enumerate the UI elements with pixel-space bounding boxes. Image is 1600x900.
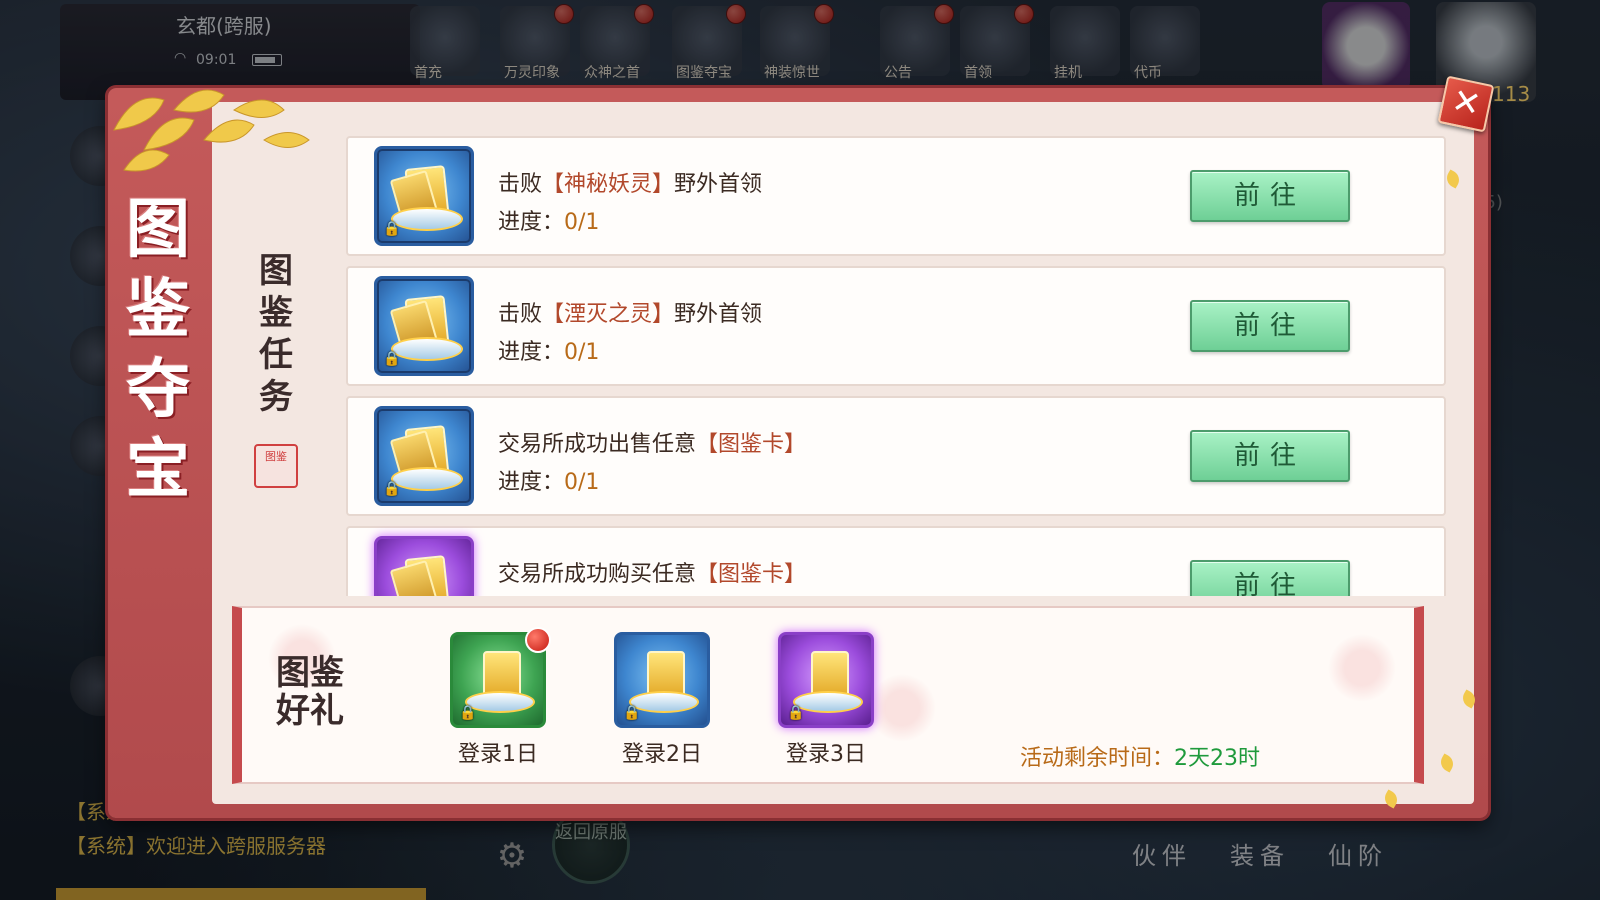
task-description: 交易所成功购买任意【图鉴卡】 [498,562,807,587]
pedestal-icon [391,207,463,231]
go-button[interactable]: 前往 [1190,430,1350,482]
lock-icon: 🔒 [459,705,477,721]
task-row: 🔒 击败【湮灭之灵】野外首领 进度：0/1 前往 [346,266,1446,386]
task-progress: 进度：0/1 [498,340,600,365]
card-stack-icon [404,555,450,596]
gift-box-icon[interactable]: 🔒 [450,627,551,728]
task-row: 🔒 交易所成功出售任意【图鉴卡】 进度：0/1 前往 [346,396,1446,516]
gift-label: 登录2日 [622,742,702,767]
lock-icon: 🔒 [383,481,401,497]
seal-stamp: 图鉴 [254,444,298,488]
remaining-time: 活动剩余时间：2天23时 [1020,746,1261,771]
lock-icon: 🔒 [787,705,805,721]
gift-section-title: 图鉴好礼 [276,653,344,731]
task-description: 击败【湮灭之灵】野外首领 [498,302,763,327]
pedestal-icon [391,467,463,491]
go-button[interactable]: 前往 [1190,300,1350,352]
section-title-tasks: 图鉴任务 [259,251,293,417]
gift-label: 登录1日 [458,742,538,767]
task-row: 交易所成功购买任意【图鉴卡】 前往 [346,526,1446,596]
gift-day-1[interactable]: 🔒 登录1日 [450,627,551,768]
task-reward-icon: 🔒 [374,406,474,506]
gift-day-3[interactable]: 🔒 登录3日 [778,632,878,768]
task-description: 交易所成功出售任意【图鉴卡】 [498,432,807,457]
gift-day-2[interactable]: 🔒 登录2日 [614,632,714,768]
task-reward-icon: 🔒 [374,276,474,376]
close-button[interactable]: ✕ [1437,75,1495,133]
task-reward-icon [374,536,474,596]
lock-icon: 🔒 [383,221,401,237]
task-reward-icon: 🔒 [374,146,474,246]
lock-icon: 🔒 [623,705,641,721]
dialog-title: 图鉴夺宝 [126,192,190,507]
gift-box-icon[interactable]: 🔒 [614,632,710,728]
go-button[interactable]: 前往 [1190,560,1350,596]
sakura-decoration [1322,628,1402,708]
go-button[interactable]: 前往 [1190,170,1350,222]
task-progress: 进度：0/1 [498,210,600,235]
pedestal-icon [391,337,463,361]
lock-icon: 🔒 [383,351,401,367]
gift-label: 登录3日 [786,742,866,767]
gift-box-icon[interactable]: 🔒 [778,632,874,728]
task-list[interactable]: 🔒 击败【神秘妖灵】野外首领 进度：0/1 前往 🔒 击败【湮灭之灵】野外首领 … [346,136,1446,596]
task-description: 击败【神秘妖灵】野外首领 [498,172,763,197]
task-row: 🔒 击败【神秘妖灵】野外首领 进度：0/1 前往 [346,136,1446,256]
notification-dot-icon [525,627,551,653]
task-progress: 进度：0/1 [498,470,600,495]
